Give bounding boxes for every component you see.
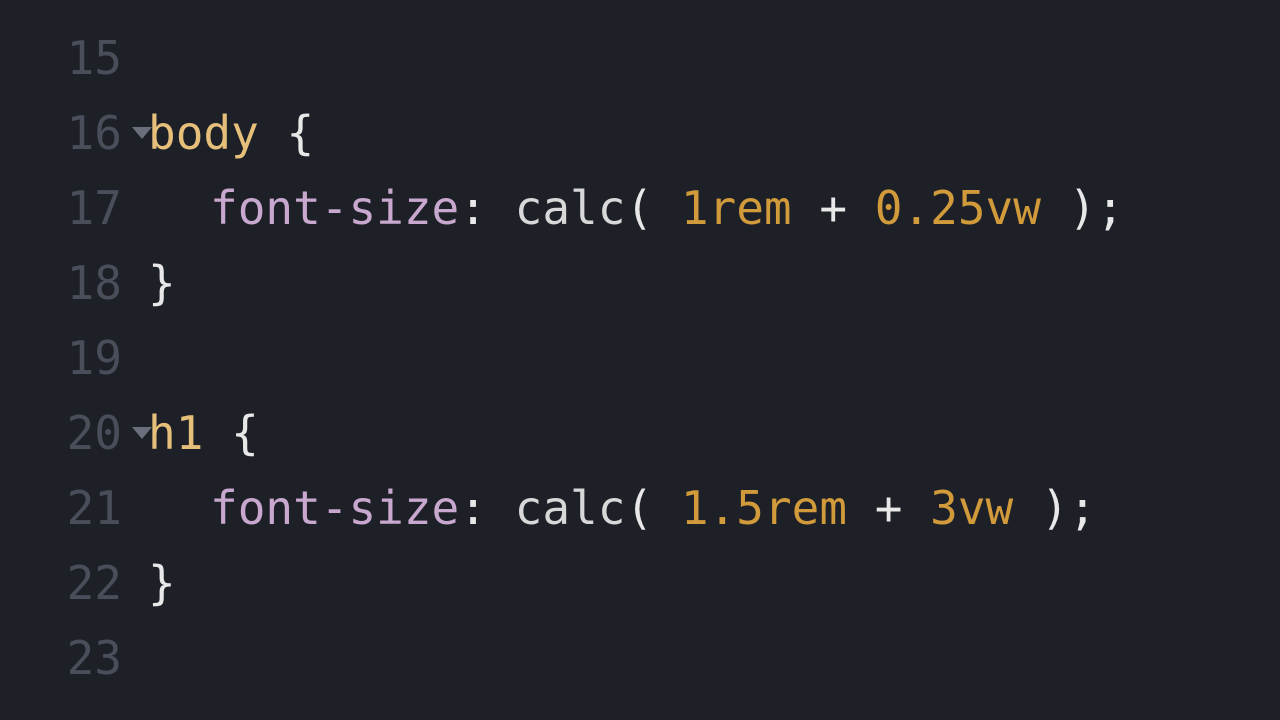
gutter[interactable]: 23 <box>0 631 130 685</box>
operator-token: + <box>875 481 903 535</box>
number-token: 1 <box>681 181 709 235</box>
code-content[interactable]: body { <box>130 106 314 160</box>
number-token: 0.25 <box>875 181 986 235</box>
css-property-token: font-size <box>210 181 459 235</box>
code-content[interactable]: font-size: calc( 1rem + 0.25vw ); <box>130 181 1124 235</box>
paren-token: ( <box>625 481 653 535</box>
css-selector-token: h1 <box>148 406 203 460</box>
line-number: 20 <box>67 406 122 460</box>
css-function-token: calc <box>515 481 626 535</box>
fold-chevron-down-icon[interactable] <box>132 127 152 139</box>
fold-chevron-down-icon[interactable] <box>132 427 152 439</box>
unit-token: rem <box>709 181 792 235</box>
line-number: 18 <box>67 256 122 310</box>
brace-token: { <box>286 106 314 160</box>
code-line[interactable]: 18 } <box>0 245 1280 320</box>
code-line[interactable]: 15 <box>0 20 1280 95</box>
code-content[interactable]: } <box>130 556 176 610</box>
unit-token: vw <box>986 181 1041 235</box>
gutter[interactable]: 21 <box>0 481 130 535</box>
number-token: 3 <box>930 481 958 535</box>
paren-token: ) <box>1041 481 1069 535</box>
gutter[interactable]: 15 <box>0 31 130 85</box>
css-function-token: calc <box>515 181 626 235</box>
colon-token: : <box>459 481 487 535</box>
code-content[interactable]: font-size: calc( 1.5rem + 3vw ); <box>130 481 1096 535</box>
css-property-token: font-size <box>210 481 459 535</box>
code-line[interactable]: 17 font-size: calc( 1rem + 0.25vw ); <box>0 170 1280 245</box>
line-number: 15 <box>67 31 122 85</box>
gutter[interactable]: 20 <box>0 406 130 460</box>
code-content[interactable]: } <box>130 256 176 310</box>
line-number: 17 <box>67 181 122 235</box>
code-line[interactable]: 21 font-size: calc( 1.5rem + 3vw ); <box>0 470 1280 545</box>
gutter[interactable]: 19 <box>0 331 130 385</box>
code-line[interactable]: 23 <box>0 620 1280 695</box>
brace-token: } <box>148 256 176 310</box>
brace-token: { <box>231 406 259 460</box>
semicolon-token: ; <box>1069 481 1097 535</box>
paren-token: ) <box>1069 181 1097 235</box>
semicolon-token: ; <box>1096 181 1124 235</box>
line-number: 21 <box>67 481 122 535</box>
brace-token: } <box>148 556 176 610</box>
code-editor[interactable]: 15 16 body { 17 font-size: calc( 1rem + … <box>0 0 1280 695</box>
line-number: 16 <box>67 106 122 160</box>
operator-token: + <box>819 181 847 235</box>
colon-token: : <box>459 181 487 235</box>
gutter[interactable]: 17 <box>0 181 130 235</box>
code-line[interactable]: 22 } <box>0 545 1280 620</box>
unit-token: vw <box>958 481 1013 535</box>
line-number: 19 <box>67 331 122 385</box>
code-line[interactable]: 16 body { <box>0 95 1280 170</box>
unit-token: rem <box>764 481 847 535</box>
number-token: 1.5 <box>681 481 764 535</box>
css-selector-token: body <box>148 106 259 160</box>
line-number: 22 <box>67 556 122 610</box>
gutter[interactable]: 22 <box>0 556 130 610</box>
gutter[interactable]: 18 <box>0 256 130 310</box>
code-line[interactable]: 20 h1 { <box>0 395 1280 470</box>
gutter[interactable]: 16 <box>0 106 130 160</box>
paren-token: ( <box>625 181 653 235</box>
code-line[interactable]: 19 <box>0 320 1280 395</box>
line-number: 23 <box>67 631 122 685</box>
